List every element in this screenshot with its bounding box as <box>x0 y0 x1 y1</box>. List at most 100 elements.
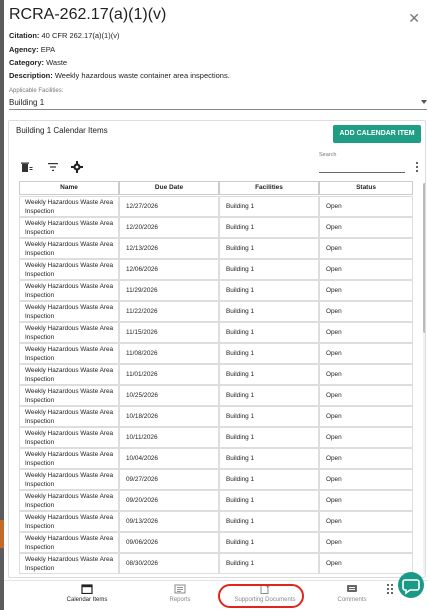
table-row[interactable]: Weekly Hazardous Waste Area Inspection 10… <box>19 385 417 406</box>
nav-calendar-items[interactable]: Calendar Items <box>47 584 127 603</box>
cell-status: Open <box>319 238 413 259</box>
scrollbar-thumb[interactable] <box>423 183 425 333</box>
table-row[interactable]: Weekly Hazardous Waste Area Inspection 11… <box>19 343 417 364</box>
cell-name: Weekly Hazardous Waste Area Inspection <box>19 406 119 427</box>
column-header-due-date[interactable]: Due Date <box>119 181 219 195</box>
gear-icon[interactable] <box>71 161 83 173</box>
cell-facilities: Building 1 <box>219 448 319 469</box>
cell-facilities: Building 1 <box>219 301 319 322</box>
more-options-icon[interactable] <box>416 161 419 173</box>
chat-button[interactable] <box>398 572 424 598</box>
cell-status: Open <box>319 280 413 301</box>
description-label: Description: <box>9 71 53 80</box>
table-body: Weekly Hazardous Waste Area Inspection 12… <box>19 196 417 576</box>
table-row[interactable]: Weekly Hazardous Waste Area Inspection 12… <box>19 259 417 280</box>
facilities-selected-value: Building 1 <box>9 98 45 107</box>
cell-due-date: 09/27/2026 <box>119 469 219 490</box>
facilities-label: Applicable Facilities: <box>9 88 64 94</box>
calendar-items-card: Building 1 Calendar Items ADD CALENDAR I… <box>8 120 426 578</box>
cell-status: Open <box>319 301 413 322</box>
agency-value: EPA <box>40 45 56 54</box>
table-row[interactable]: Weekly Hazardous Waste Area Inspection 09… <box>19 469 417 490</box>
calendar-icon <box>81 584 93 594</box>
close-icon[interactable]: ✕ <box>408 10 420 27</box>
nav-reports[interactable]: Reports <box>140 584 220 603</box>
search-label: Search <box>319 152 337 158</box>
cell-status: Open <box>319 469 413 490</box>
add-calendar-item-button[interactable]: ADD CALENDAR ITEM <box>333 125 421 143</box>
cell-due-date: 12/13/2026 <box>119 238 219 259</box>
cell-name: Weekly Hazardous Waste Area Inspection <box>19 553 119 574</box>
cell-facilities: Building 1 <box>219 343 319 364</box>
table-row[interactable]: Weekly Hazardous Waste Area Inspection 12… <box>19 196 417 217</box>
cell-due-date: 11/22/2026 <box>119 301 219 322</box>
cell-facilities: Building 1 <box>219 238 319 259</box>
cell-facilities: Building 1 <box>219 196 319 217</box>
table-row[interactable]: Weekly Hazardous Waste Area Inspection 09… <box>19 532 417 553</box>
table-row[interactable]: Weekly Hazardous Waste Area Inspection 09… <box>19 490 417 511</box>
table-row[interactable]: Weekly Hazardous Waste Area Inspection 11… <box>19 301 417 322</box>
nav-label: Comments <box>337 597 367 603</box>
cell-facilities: Building 1 <box>219 364 319 385</box>
table-row[interactable]: Weekly Hazardous Waste Area Inspection 10… <box>19 406 417 427</box>
cell-name: Weekly Hazardous Waste Area Inspection <box>19 532 119 553</box>
cell-status: Open <box>319 343 413 364</box>
table-scrollbar[interactable] <box>423 183 425 575</box>
reports-icon <box>174 584 186 594</box>
cell-facilities: Building 1 <box>219 490 319 511</box>
column-header-facilities[interactable]: Facilities <box>219 181 319 195</box>
comment-icon <box>347 585 357 592</box>
column-header-name[interactable]: Name <box>19 181 119 195</box>
calendar-card-title: Building 1 Calendar Items <box>16 126 108 135</box>
cell-name: Weekly Hazardous Waste Area Inspection <box>19 217 119 238</box>
cell-status: Open <box>319 511 413 532</box>
table-row[interactable]: Weekly Hazardous Waste Area Inspection 12… <box>19 238 417 259</box>
cell-status: Open <box>319 532 413 553</box>
cell-status: Open <box>319 448 413 469</box>
citation-label: Citation: <box>9 31 40 40</box>
table-row[interactable]: Weekly Hazardous Waste Area Inspection 09… <box>19 511 417 532</box>
search-input[interactable] <box>319 161 405 173</box>
cell-name: Weekly Hazardous Waste Area Inspection <box>19 385 119 406</box>
dropdown-arrow-icon <box>421 100 427 104</box>
cell-facilities: Building 1 <box>219 280 319 301</box>
category-label: Category: <box>9 58 45 67</box>
cell-due-date: 12/20/2026 <box>119 217 219 238</box>
filter-icon[interactable] <box>47 161 59 173</box>
delete-icon[interactable] <box>21 161 33 173</box>
description-line: Description: Weekly hazardous waste cont… <box>9 71 230 80</box>
cell-facilities: Building 1 <box>219 532 319 553</box>
cell-due-date: 09/20/2026 <box>119 490 219 511</box>
cell-name: Weekly Hazardous Waste Area Inspection <box>19 301 119 322</box>
cell-due-date: 10/25/2026 <box>119 385 219 406</box>
highlight-annotation <box>218 584 304 608</box>
cell-due-date: 11/15/2026 <box>119 322 219 343</box>
table-header: Name Due Date Facilities Status <box>19 181 417 195</box>
cell-name: Weekly Hazardous Waste Area Inspection <box>19 364 119 385</box>
table-row[interactable]: Weekly Hazardous Waste Area Inspection 12… <box>19 217 417 238</box>
table-row[interactable]: Weekly Hazardous Waste Area Inspection 10… <box>19 448 417 469</box>
cell-facilities: Building 1 <box>219 406 319 427</box>
table-row[interactable]: Weekly Hazardous Waste Area Inspection 11… <box>19 364 417 385</box>
nav-comments[interactable]: Comments <box>312 584 392 603</box>
cell-facilities: Building 1 <box>219 427 319 448</box>
cell-name: Weekly Hazardous Waste Area Inspection <box>19 343 119 364</box>
apps-grid-icon[interactable] <box>387 584 395 594</box>
chat-icon <box>402 579 420 595</box>
table-row[interactable]: Weekly Hazardous Waste Area Inspection 10… <box>19 427 417 448</box>
table-row[interactable]: Weekly Hazardous Waste Area Inspection 08… <box>19 553 417 574</box>
table-row[interactable]: Weekly Hazardous Waste Area Inspection 11… <box>19 280 417 301</box>
cell-due-date: 10/11/2026 <box>119 427 219 448</box>
cell-facilities: Building 1 <box>219 322 319 343</box>
column-header-status[interactable]: Status <box>319 181 413 195</box>
table-row[interactable]: Weekly Hazardous Waste Area Inspection 11… <box>19 322 417 343</box>
cell-due-date: 11/08/2026 <box>119 343 219 364</box>
cell-name: Weekly Hazardous Waste Area Inspection <box>19 469 119 490</box>
cell-name: Weekly Hazardous Waste Area Inspection <box>19 448 119 469</box>
cell-due-date: 09/06/2026 <box>119 532 219 553</box>
cell-due-date: 11/29/2026 <box>119 280 219 301</box>
cell-name: Weekly Hazardous Waste Area Inspection <box>19 196 119 217</box>
cell-status: Open <box>319 364 413 385</box>
facilities-select[interactable]: Building 1 <box>9 96 427 110</box>
cell-status: Open <box>319 322 413 343</box>
